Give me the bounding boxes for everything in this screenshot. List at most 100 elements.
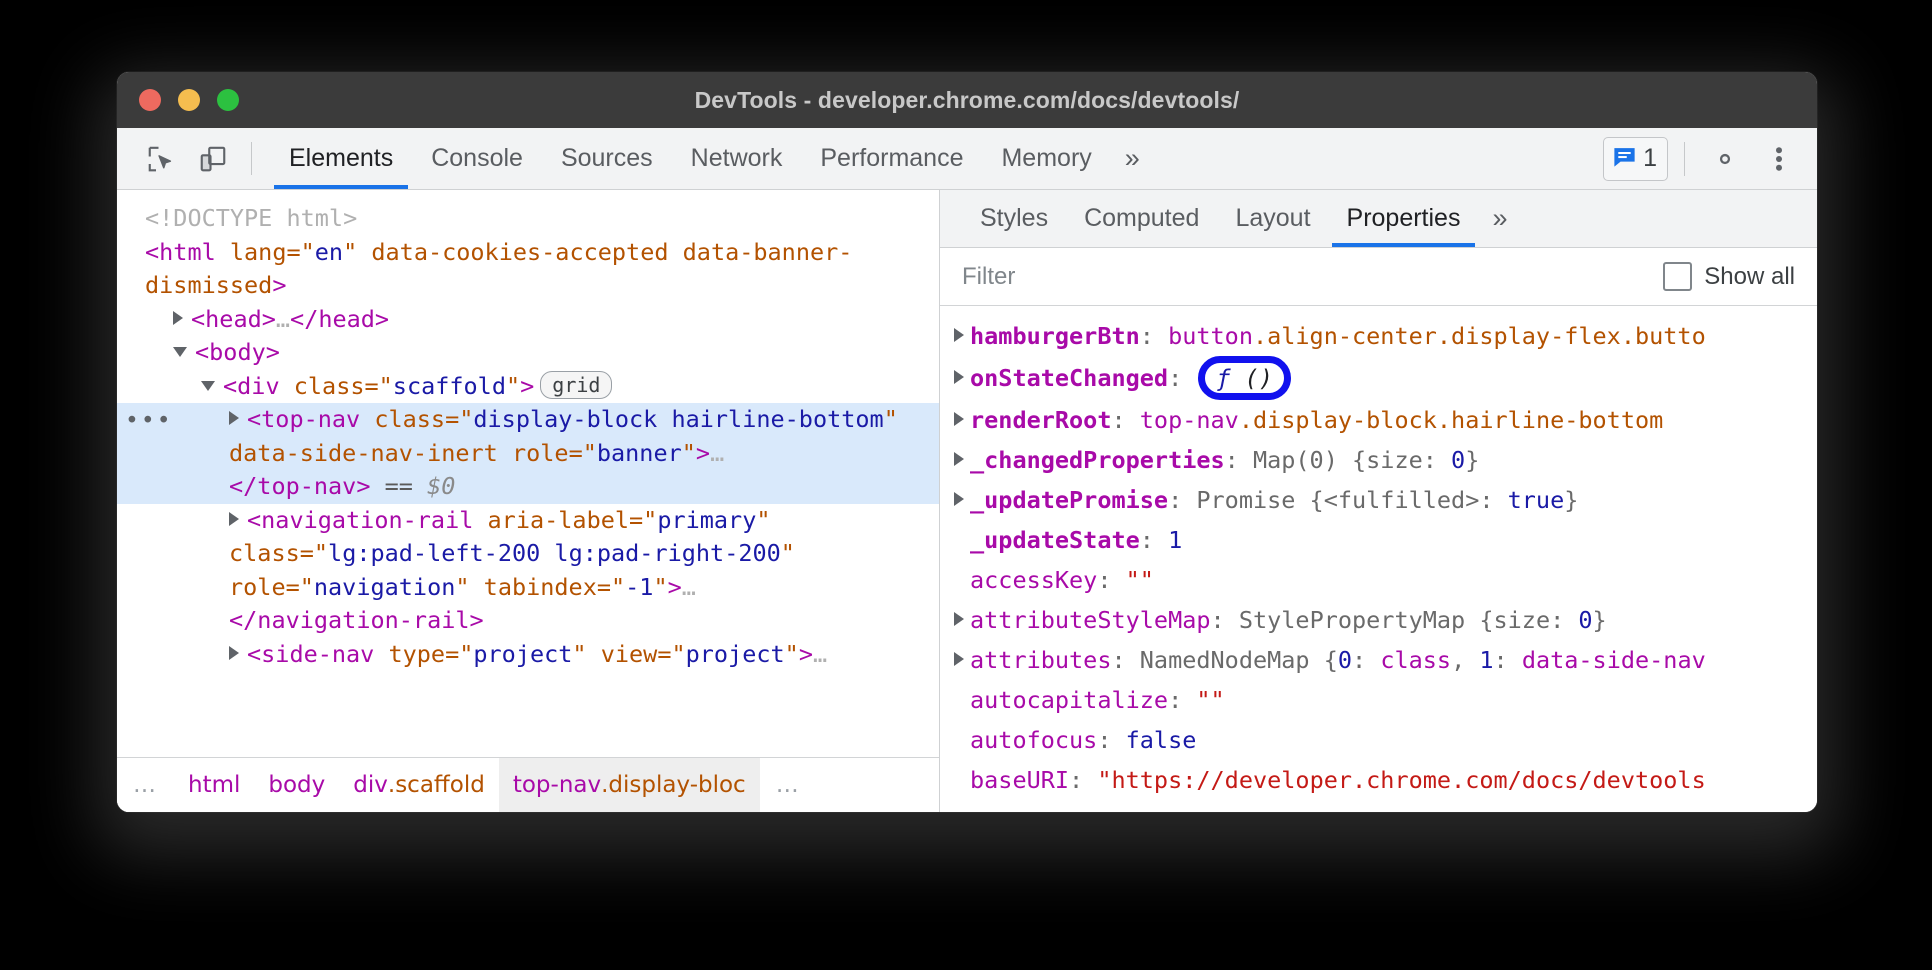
property-row-_updateState[interactable]: _updateState: 1 <box>940 520 1817 560</box>
chevron-right-icon[interactable] <box>954 370 964 384</box>
breadcrumb: … html body div.scaffold top-nav.display… <box>117 757 939 812</box>
dom-node-top-nav-close[interactable]: </top-nav> == $0 <box>117 470 939 504</box>
kebab-menu-icon[interactable] <box>1755 144 1803 174</box>
breadcrumb-item-div-scaffold[interactable]: div.scaffold <box>339 758 499 812</box>
property-name: hamburgerBtn <box>970 322 1140 350</box>
chevron-right-icon[interactable] <box>954 492 964 506</box>
breadcrumb-item-div-class: .scaffold <box>388 772 485 798</box>
breadcrumb-item-html-label: html <box>188 772 240 798</box>
property-value: : <box>1494 646 1522 674</box>
inspect-cursor-icon[interactable] <box>135 128 187 189</box>
dom-node-html-open[interactable]: <html lang="en" data-cookies-accepted da… <box>117 236 939 303</box>
breadcrumb-overflow-left[interactable]: … <box>117 774 174 797</box>
tab-performance[interactable]: Performance <box>801 128 982 189</box>
property-name: autofocus <box>970 726 1097 754</box>
property-value: button <box>1168 322 1253 350</box>
dom-node-text: </navigation-rail> <box>117 604 931 638</box>
maximize-window-button[interactable] <box>217 89 239 111</box>
property-row-attributes[interactable]: attributes: NamedNodeMap {0: class, 1: d… <box>940 640 1817 680</box>
breadcrumb-overflow-right[interactable]: … <box>760 774 817 797</box>
property-value: } <box>1593 606 1607 634</box>
show-all-checkbox-wrapper[interactable]: Show all <box>1663 262 1795 291</box>
property-name: autocapitalize <box>970 686 1168 714</box>
tab-performance-label: Performance <box>820 144 963 173</box>
close-window-button[interactable] <box>139 89 161 111</box>
property-row-renderRoot[interactable]: renderRoot: top-nav.display-block.hairli… <box>940 400 1817 440</box>
dom-node-top-nav[interactable]: •••<top-nav class="display-block hairlin… <box>117 403 939 470</box>
tab-console[interactable]: Console <box>412 128 542 189</box>
dom-node-text: <head>…</head> <box>117 303 931 337</box>
property-value: Promise {<fulfilled>: <box>1196 486 1507 514</box>
property-name: _changedProperties <box>970 446 1225 474</box>
chevron-right-icon[interactable] <box>229 646 239 660</box>
tab-properties[interactable]: Properties <box>1329 190 1479 247</box>
chevron-right-icon[interactable] <box>954 328 964 342</box>
property-row-accessKey[interactable]: accessKey: "" <box>940 560 1817 600</box>
property-row-onStateChanged[interactable]: onStateChanged: ƒ () <box>940 356 1817 400</box>
tab-network[interactable]: Network <box>672 128 802 189</box>
property-name: baseURI <box>970 766 1069 794</box>
property-name: onStateChanged <box>970 364 1168 392</box>
property-row-attributeStyleMap[interactable]: attributeStyleMap: StylePropertyMap {siz… <box>940 600 1817 640</box>
properties-list[interactable]: hamburgerBtn: button.align-center.displa… <box>940 306 1817 812</box>
dom-tree[interactable]: <!DOCTYPE html><html lang="en" data-cook… <box>117 190 939 757</box>
dom-node-text: <html lang="en" data-cookies-accepted da… <box>117 236 931 303</box>
property-value: StylePropertyMap {size: <box>1239 606 1579 634</box>
chevron-down-icon[interactable] <box>173 347 187 357</box>
more-tabs-chevron-icon[interactable]: » <box>1111 128 1154 189</box>
property-value: "" <box>1196 686 1224 714</box>
property-name: attributeStyleMap <box>970 606 1211 634</box>
chevron-right-icon[interactable] <box>173 311 183 325</box>
dom-node-text: <!DOCTYPE html> <box>117 202 931 236</box>
gear-icon[interactable] <box>1701 143 1749 175</box>
dom-node-div-scaffold[interactable]: <div class="scaffold">grid <box>117 370 939 404</box>
property-row-_updatePromise[interactable]: _updatePromise: Promise {<fulfilled>: tr… <box>940 480 1817 520</box>
property-row-autofocus[interactable]: autofocus: false <box>940 720 1817 760</box>
show-all-label: Show all <box>1704 263 1795 291</box>
dom-node-badge-dots[interactable]: ••• <box>125 405 173 439</box>
breadcrumb-item-body[interactable]: body <box>254 758 339 812</box>
tab-memory[interactable]: Memory <box>982 128 1110 189</box>
chevron-right-icon[interactable] <box>954 412 964 426</box>
property-row-autocapitalize[interactable]: autocapitalize: "" <box>940 680 1817 720</box>
issues-button[interactable]: 1 <box>1603 137 1668 181</box>
tab-elements[interactable]: Elements <box>270 128 412 189</box>
dom-node-text: <body> <box>117 336 931 370</box>
property-value: } <box>1465 446 1479 474</box>
device-toolbar-icon[interactable] <box>187 128 239 189</box>
property-row-hamburgerBtn[interactable]: hamburgerBtn: button.align-center.displa… <box>940 316 1817 356</box>
tab-styles[interactable]: Styles <box>962 190 1066 247</box>
sidebar-more-tabs-chevron-icon[interactable]: » <box>1478 190 1521 247</box>
dom-node-navigation-rail[interactable]: <navigation-rail aria-label="primary" cl… <box>117 504 939 605</box>
property-row-baseURI[interactable]: baseURI: "https://developer.chrome.com/d… <box>940 760 1817 800</box>
chevron-right-icon[interactable] <box>229 411 239 425</box>
dom-node-text: <side-nav type="project" view="project">… <box>117 638 931 672</box>
show-all-checkbox[interactable] <box>1663 262 1692 291</box>
chevron-right-icon[interactable] <box>954 652 964 666</box>
minimize-window-button[interactable] <box>178 89 200 111</box>
devtools-main-toolbar: Elements Console Sources Network Perform… <box>117 128 1817 190</box>
toolbar-divider <box>251 142 252 175</box>
dom-node-navigation-rail-close[interactable]: </navigation-rail> <box>117 604 939 638</box>
dom-node-head[interactable]: <head>…</head> <box>117 303 939 337</box>
property-value: : <box>1352 646 1380 674</box>
chevron-right-icon[interactable] <box>229 512 239 526</box>
dom-node-doctype[interactable]: <!DOCTYPE html> <box>117 202 939 236</box>
filter-input[interactable] <box>962 263 1663 291</box>
toolbar-spacer <box>1154 128 1603 189</box>
property-name: _updateState <box>970 526 1140 554</box>
tab-sources[interactable]: Sources <box>542 128 672 189</box>
devtools-body: <!DOCTYPE html><html lang="en" data-cook… <box>117 190 1817 812</box>
breadcrumb-item-top-nav[interactable]: top-nav.display-bloc <box>499 758 760 812</box>
grid-badge[interactable]: grid <box>540 371 612 399</box>
breadcrumb-item-html[interactable]: html <box>174 758 254 812</box>
chevron-right-icon[interactable] <box>954 452 964 466</box>
property-row-_changedProperties[interactable]: _changedProperties: Map(0) {size: 0} <box>940 440 1817 480</box>
dom-node-body[interactable]: <body> <box>117 336 939 370</box>
chevron-down-icon[interactable] <box>201 381 215 391</box>
dom-node-text: <div class="scaffold">grid <box>117 370 931 404</box>
chevron-right-icon[interactable] <box>954 612 964 626</box>
tab-computed[interactable]: Computed <box>1066 190 1217 247</box>
dom-node-side-nav[interactable]: <side-nav type="project" view="project">… <box>117 638 939 672</box>
tab-layout[interactable]: Layout <box>1217 190 1328 247</box>
